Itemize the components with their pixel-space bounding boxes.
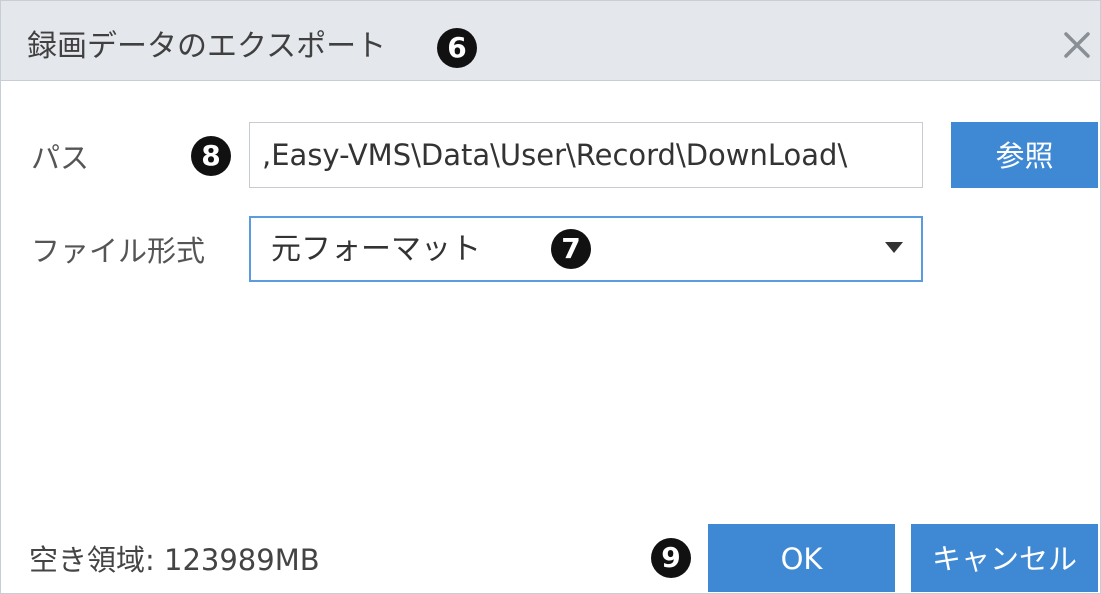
annotation-marker-format: 7 <box>551 229 591 269</box>
file-format-selected-value: 元フォーマット <box>271 232 481 267</box>
dialog-titlebar: 録画データのエクスポート 6 <box>1 1 1100 81</box>
free-space-value: 123989MB <box>164 543 320 577</box>
file-format-select[interactable]: 元フォーマット 7 <box>249 216 923 282</box>
caret-down-icon[interactable] <box>885 242 903 253</box>
file-format-label: ファイル形式 <box>31 234 206 268</box>
browse-button[interactable]: 参照 <box>951 122 1098 188</box>
cancel-button[interactable]: キャンセル <box>911 524 1098 592</box>
annotation-marker-path: 8 <box>191 136 231 176</box>
close-icon[interactable] <box>1059 27 1095 63</box>
path-input[interactable]: ,Easy-VMS\Data\User\Record\DownLoad\ <box>249 122 923 188</box>
annotation-marker-ok: 9 <box>651 538 691 578</box>
path-label: パス <box>31 141 90 175</box>
ok-button[interactable]: OK <box>708 524 895 592</box>
annotation-marker-title: 6 <box>437 28 477 68</box>
dialog-title: 録画データのエクスポート <box>27 29 387 64</box>
export-dialog: 録画データのエクスポート 6 パス 8 ,Easy-VMS\Data\User\… <box>0 0 1101 594</box>
free-space-label: 空き領域: <box>29 543 155 577</box>
free-space-text: 空き領域: 123989MB <box>29 540 320 580</box>
